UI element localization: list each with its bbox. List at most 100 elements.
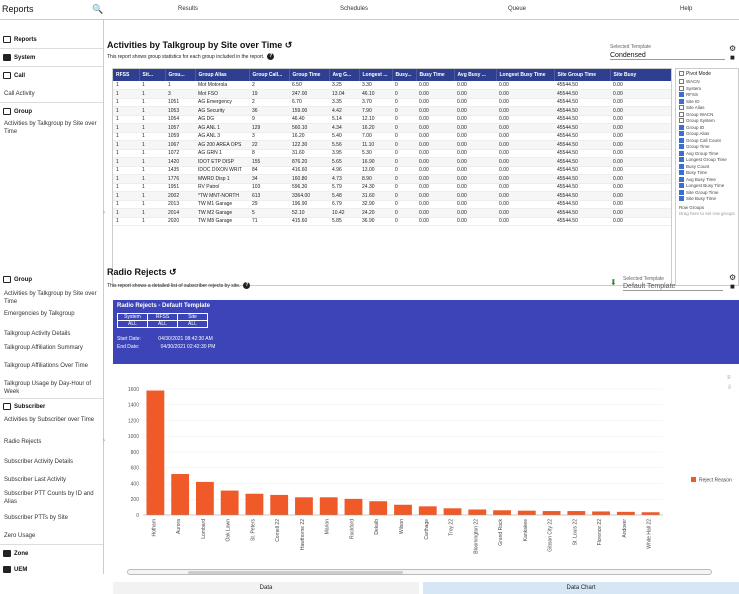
tab-data[interactable]: Data xyxy=(113,582,419,594)
column-header[interactable]: Grou... xyxy=(165,69,196,81)
checkbox[interactable] xyxy=(679,183,684,189)
sidebar-item-call-activity[interactable]: Call Activity xyxy=(0,90,103,98)
tab-results[interactable]: Results xyxy=(178,6,198,12)
checkbox[interactable] xyxy=(679,98,684,104)
table-row[interactable]: 1 1 1420 IDOT ETP DISP 155 876.20 5.65 16.90 0 0.… xyxy=(113,157,671,167)
column-header[interactable]: Busy Time xyxy=(416,69,455,81)
checkbox[interactable] xyxy=(679,92,684,98)
checkbox[interactable] xyxy=(679,137,684,143)
sidebar-item-radio-rejects[interactable]: Radio Rejects xyxy=(0,438,103,446)
sidebar-item-ptt-counts[interactable]: Subscriber PTT Counts by ID and Alias xyxy=(0,490,98,506)
chevron-right-icon[interactable]: › xyxy=(103,438,105,444)
bar[interactable] xyxy=(195,481,214,515)
table-row[interactable]: 1 1 1059 AG ANL 3 3 16.20 5.40 7.00 0 0.00 0.00 0.0… xyxy=(113,132,671,141)
sidebar-item-reports[interactable]: Reports xyxy=(0,36,103,44)
checkbox[interactable] xyxy=(679,189,684,195)
sidebar-item-subscriber-last-activity[interactable]: Subscriber Last Activity xyxy=(0,476,103,484)
sidebar-item-zero-usage[interactable]: Zero Usage xyxy=(0,532,103,540)
history-icon[interactable]: ↺ xyxy=(169,267,177,277)
column-header[interactable]: Group Call... xyxy=(249,69,290,81)
tab-data-chart[interactable]: Data Chart xyxy=(423,582,739,594)
bar[interactable] xyxy=(542,511,561,515)
column-header[interactable]: Longest Busy Time xyxy=(496,69,555,81)
table-row[interactable]: 1 1 2013 TW M1 Garage 29 196.90 6.79 32.90 0 0.00… xyxy=(113,200,671,209)
table-row[interactable]: 1 1 1051 AG Emergency 2 6.70 3.35 3.70 0 0.00 0.00… xyxy=(113,98,671,107)
bar[interactable] xyxy=(270,494,289,515)
bar[interactable] xyxy=(344,498,363,515)
tab-queue[interactable]: Queue xyxy=(508,6,526,12)
bar[interactable] xyxy=(641,512,660,515)
column-header[interactable]: Avg Busy ... xyxy=(454,69,497,81)
bar[interactable] xyxy=(319,497,338,515)
template-select-2[interactable]: Default Template xyxy=(623,283,723,291)
bar[interactable] xyxy=(418,506,437,515)
table-row[interactable]: 1 1 1054 AG DG 9 46.40 5.14 12.10 0 0.00 0.00 0.00 4… xyxy=(113,115,671,124)
help-icon[interactable]: ? xyxy=(243,282,251,289)
table-row[interactable]: 1 1 1053 AG Security 36 159.00 4.42 7.90 0 0.00 0.… xyxy=(113,106,671,116)
table-row[interactable]: 1 1 2020 TW M8 Garage 71 415.60 5.85 36.90 0 0.00… xyxy=(113,217,671,226)
table-row[interactable]: 1 1 2002 *TW MNT-NORTH 613 3364.00 5.48 31.60 0 0… xyxy=(113,191,671,201)
checkbox[interactable] xyxy=(679,170,684,176)
column-header[interactable]: Group Time xyxy=(289,69,330,81)
checkbox[interactable] xyxy=(679,150,684,156)
history-icon[interactable]: ↺ xyxy=(285,40,293,50)
sidebar-item-affiliation-summary[interactable]: Talkgroup Affiliation Summary xyxy=(0,344,98,352)
bar[interactable] xyxy=(295,497,313,515)
column-header[interactable]: Sit... xyxy=(139,69,166,81)
checkbox[interactable] xyxy=(679,196,684,202)
checkbox[interactable] xyxy=(679,85,684,91)
sidebar-item-activities-by-talkgroup[interactable]: Activities by Talkgroup by Site over Tim… xyxy=(0,120,98,136)
bar[interactable] xyxy=(493,510,511,515)
checkbox[interactable] xyxy=(679,157,684,163)
column-header[interactable]: Site Busy xyxy=(610,69,671,81)
bar[interactable] xyxy=(468,509,487,515)
column-header[interactable]: Avg G... xyxy=(329,69,360,81)
bar[interactable] xyxy=(517,510,536,515)
download-icon[interactable]: ⬇ xyxy=(610,278,617,287)
sidebar-item-emergencies[interactable]: Emergencies by Talkgroup xyxy=(0,310,103,318)
template-select[interactable]: Condensed xyxy=(610,52,725,60)
bar[interactable] xyxy=(245,493,264,515)
sidebar-item-affiliations-over-time[interactable]: Talkgroup Affiliations Over Time xyxy=(0,362,98,370)
bar[interactable] xyxy=(220,490,239,515)
bar[interactable] xyxy=(369,501,388,515)
menu-icon[interactable]: ≡ xyxy=(727,375,731,381)
checkbox[interactable] xyxy=(679,79,684,85)
sidebar-item-subscriber[interactable]: Subscriber xyxy=(0,403,103,411)
gear-icon[interactable]: ⚙ xyxy=(729,44,736,53)
table-row[interactable]: 1 1 3 Mot FSO 19 247.00 13.04 46.10 0 0.00 0.00 0.0… xyxy=(113,89,671,99)
checkbox[interactable] xyxy=(679,131,684,137)
table-row[interactable]: 1 1 2014 TW M2 Garage 5 52.10 10.42 24.20 0 0.00 0… xyxy=(113,208,671,218)
checkbox[interactable] xyxy=(679,111,684,117)
column-header[interactable]: Longest ... xyxy=(359,69,393,81)
sidebar-item-usage-by-day-hour[interactable]: Talkgroup Usage by Day-Hour of Week xyxy=(0,380,98,396)
bar[interactable] xyxy=(443,508,462,515)
chart-range-scrollbar[interactable] xyxy=(127,569,712,575)
table-row[interactable]: 1 1 1 Mot Motorola 2 6.50 3.25 3.30 0 0.00 0.00 0.0… xyxy=(113,81,671,90)
column-header[interactable]: Busy... xyxy=(392,69,417,81)
bar[interactable] xyxy=(592,511,611,515)
checkbox[interactable] xyxy=(679,176,684,182)
pivot-mode-toggle[interactable]: Pivot Mode xyxy=(676,69,738,79)
sidebar-item-subscriber-activity[interactable]: Subscriber Activity Details xyxy=(0,458,103,466)
lock-icon[interactable]: ■ xyxy=(730,282,735,291)
sidebar-item-talkgroup-activity[interactable]: Talkgroup Activity Details xyxy=(0,330,103,338)
table-row[interactable]: 1 1 1951 RV Patrol 103 596.30 5.79 24.30 0 0.00 0.… xyxy=(113,183,671,192)
sidebar-item-group-2[interactable]: Group xyxy=(0,276,103,284)
checkbox[interactable] xyxy=(679,118,684,124)
bar[interactable] xyxy=(616,511,635,515)
export-icon[interactable]: ⇩ xyxy=(727,384,732,391)
bar[interactable] xyxy=(394,504,412,515)
sidebar-item-ptts-by-site[interactable]: Subscriber PTTs by Site xyxy=(0,514,103,522)
lock-icon[interactable]: ■ xyxy=(730,53,735,62)
checkbox[interactable] xyxy=(679,124,684,130)
column-header[interactable]: Group Alias xyxy=(195,69,250,81)
checkbox[interactable] xyxy=(679,71,684,77)
tab-schedules[interactable]: Schedules xyxy=(340,6,368,12)
sidebar-item-zone[interactable]: Zone xyxy=(0,550,103,558)
bar[interactable] xyxy=(146,390,165,515)
help-icon[interactable]: ? xyxy=(267,53,275,60)
checkbox[interactable] xyxy=(679,163,684,169)
sidebar-item-group[interactable]: Group xyxy=(0,108,103,116)
search-icon[interactable]: 🔍 xyxy=(92,4,103,15)
